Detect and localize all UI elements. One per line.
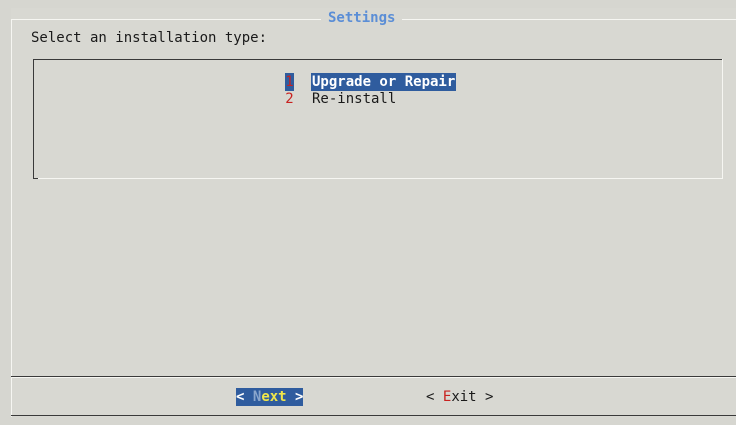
exit-button-right-bracket: > [485, 389, 494, 405]
exit-button-label: xit [451, 389, 477, 405]
list-border-bottom [33, 178, 723, 179]
next-button-label: ext [261, 388, 287, 406]
menu-item-label: Upgrade or Repair [311, 73, 457, 91]
settings-dialog: Settings Select an installation type: 1 … [11, 8, 736, 417]
list-border-corner [33, 169, 38, 179]
menu-item-tag: 2 [285, 91, 294, 107]
list-border-top [33, 59, 723, 60]
dialog-prompt: Select an installation type: [31, 30, 268, 46]
menu-item-label: Re-install [312, 91, 397, 107]
next-button-left-bracket: < [236, 388, 245, 406]
list-border-left [33, 59, 34, 179]
exit-button[interactable]: < E xit > [426, 388, 493, 406]
dialog-border-bottom [11, 415, 736, 416]
menu-item-tag: 1 [285, 73, 294, 91]
button-separator [11, 376, 736, 378]
next-button-right-bracket: > [295, 388, 304, 406]
dialog-title: Settings [321, 9, 403, 27]
menu-item-re-install[interactable]: 2 Re-install [285, 90, 397, 108]
next-button-hotkey: N [252, 388, 262, 406]
exit-button-left-bracket: < [426, 389, 435, 405]
menu-item-upgrade-or-repair[interactable]: 1 Upgrade or Repair [285, 73, 457, 91]
list-border-right [722, 59, 723, 179]
exit-button-hotkey: E [442, 389, 452, 405]
next-button[interactable]: < N ext > [236, 388, 304, 406]
dialog-border-left [11, 19, 12, 417]
installation-type-list[interactable]: 1 Upgrade or Repair 2 Re-install [33, 59, 723, 179]
